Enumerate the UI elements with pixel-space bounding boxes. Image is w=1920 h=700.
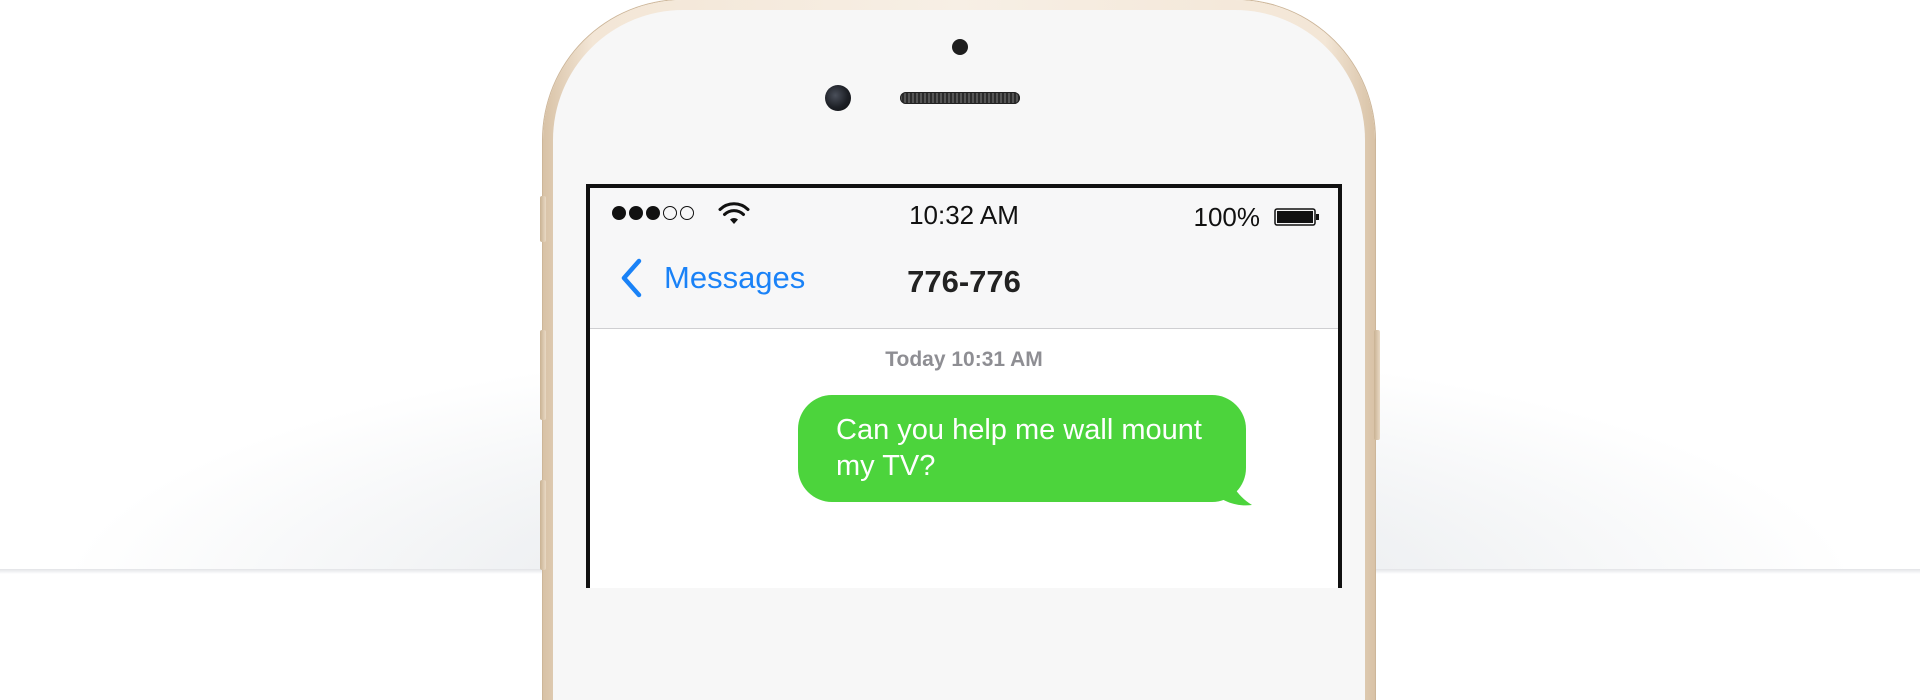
proximity-sensor <box>952 39 968 55</box>
navigation-bar: Messages 776-776 <box>590 230 1338 329</box>
battery-icon <box>1274 208 1319 226</box>
status-bar: 10:32 AM 100% <box>590 188 1338 232</box>
message-timestamp: Today 10:31 AM <box>885 348 1043 371</box>
conversation-title: 776-776 <box>907 264 1021 299</box>
earpiece-speaker <box>900 92 1020 104</box>
mute-switch <box>540 196 546 242</box>
sent-message-bubble[interactable]: Can you help me wall mount my TV? <box>798 395 1246 502</box>
phone-screen: 10:32 AM 100% Messages 776-776 Today 10:… <box>586 184 1342 588</box>
conversation-view[interactable]: Today 10:31 AM Can you help me wall moun… <box>590 329 1338 588</box>
front-camera <box>825 85 851 111</box>
battery-percentage: 100% <box>1193 202 1261 232</box>
power-button <box>1374 330 1380 440</box>
bubble-tail <box>1214 465 1252 506</box>
volume-down-button <box>540 480 546 570</box>
volume-up-button <box>540 330 546 420</box>
